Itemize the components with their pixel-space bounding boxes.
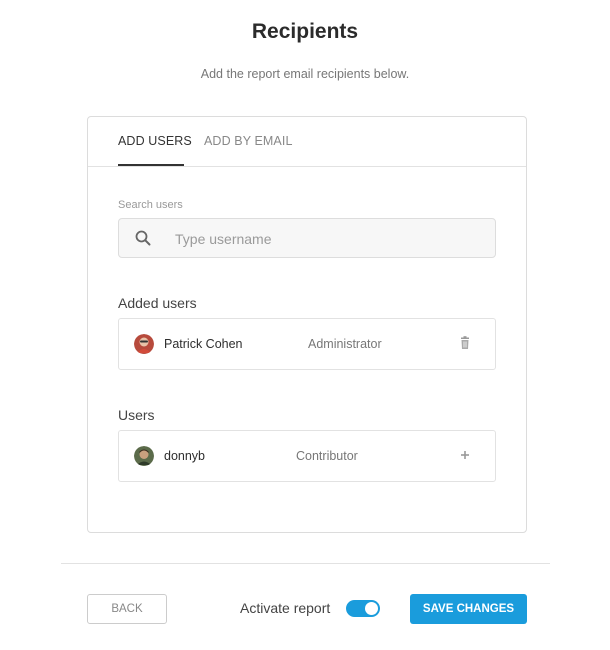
user-name: donnyb	[164, 449, 206, 463]
tab-add-by-email[interactable]: ADD BY EMAIL	[204, 134, 293, 148]
search-input[interactable]	[173, 219, 477, 259]
plus-icon[interactable]	[457, 447, 473, 463]
back-button[interactable]: BACK	[87, 594, 167, 624]
toggle-knob	[365, 602, 378, 615]
user-name: Patrick Cohen	[164, 337, 243, 351]
activate-report-label: Activate report	[240, 600, 331, 616]
search-box[interactable]	[118, 218, 496, 259]
tab-bar: ADD USERS ADD BY EMAIL	[88, 117, 526, 167]
search-label: Search users	[118, 199, 183, 211]
recipients-card: ADD USERS ADD BY EMAIL Search users Adde…	[87, 116, 527, 533]
avatar	[134, 334, 154, 354]
footer-divider	[61, 563, 550, 564]
avatar	[134, 446, 154, 466]
page-subtitle: Add the report email recipients below.	[200, 67, 410, 81]
active-tab-indicator	[118, 164, 184, 166]
search-icon	[135, 230, 151, 246]
user-role: Administrator	[308, 337, 382, 351]
user-role: Contributor	[296, 449, 358, 463]
added-users-heading: Added users	[118, 295, 197, 311]
trash-icon[interactable]	[457, 335, 473, 351]
user-row: donnyb Contributor	[118, 430, 496, 482]
tab-add-users[interactable]: ADD USERS	[118, 134, 192, 148]
activate-report-toggle[interactable]	[346, 600, 380, 617]
page-title: Recipients	[251, 20, 359, 43]
save-changes-button[interactable]: SAVE CHANGES	[410, 594, 527, 624]
users-heading: Users	[118, 407, 155, 423]
recipients-page: Recipients Add the report email recipien…	[0, 0, 610, 650]
added-user-row: Patrick Cohen Administrator	[118, 318, 496, 370]
